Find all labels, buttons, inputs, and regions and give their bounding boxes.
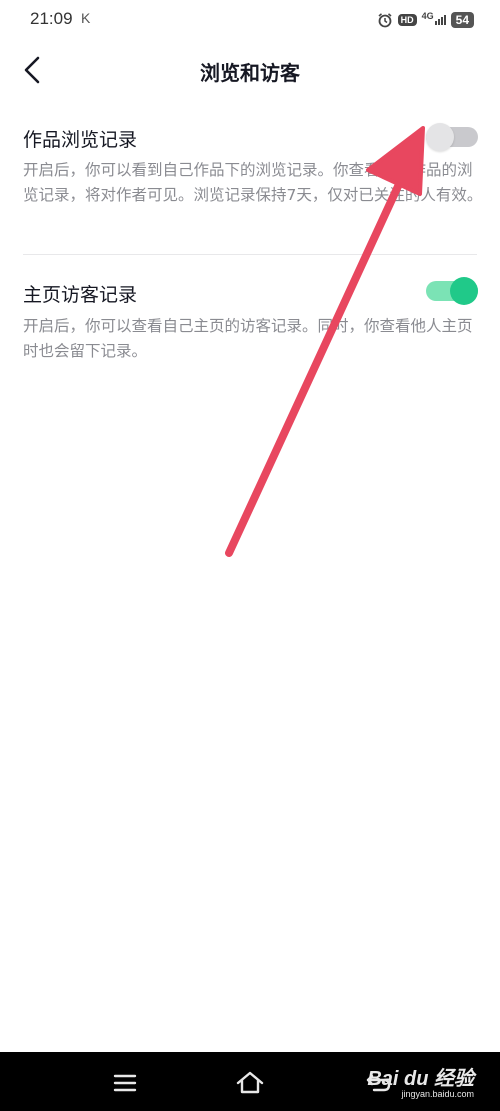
setting-title-profile-visitors: 主页访客记录 bbox=[23, 284, 138, 306]
menu-icon bbox=[113, 1074, 137, 1092]
alarm-icon bbox=[378, 13, 392, 28]
baidu-watermark: Bai du 经验 jingyan.baidu.com bbox=[367, 1062, 474, 1099]
carrier-mark: K bbox=[81, 10, 91, 26]
status-bar: 21:09 K HD 4G 54 bbox=[0, 0, 500, 40]
network-label: 4G bbox=[421, 11, 434, 21]
menu-button[interactable] bbox=[108, 1066, 142, 1100]
battery-icon: 54 bbox=[450, 12, 474, 28]
setting-title-work-views: 作品浏览记录 bbox=[23, 129, 138, 151]
page-title: 浏览和访客 bbox=[200, 61, 300, 85]
toggle-knob bbox=[450, 277, 478, 305]
profile-visitors-toggle[interactable] bbox=[426, 277, 478, 305]
navigation-bar: Bai du 经验 jingyan.baidu.com bbox=[0, 1052, 500, 1111]
toggle-knob bbox=[426, 123, 454, 151]
home-button[interactable] bbox=[233, 1066, 267, 1100]
home-icon bbox=[236, 1071, 264, 1094]
hd-icon: HD bbox=[397, 14, 417, 26]
setting-desc-profile-visitors: 开启后，你可以查看自己主页的访客记录。同时，你查看他人主页时也会留下记录。 bbox=[23, 317, 473, 360]
signal-icon: 4G bbox=[421, 11, 446, 25]
status-icons: HD 4G 54 bbox=[377, 10, 474, 30]
status-time: 21:09 bbox=[30, 9, 73, 28]
work-views-toggle[interactable] bbox=[426, 123, 478, 151]
setting-desc-work-views: 开启后，你可以看到自己作品下的浏览记录。你查看他人作品的浏览记录，将对作者可见。… bbox=[23, 161, 483, 204]
divider bbox=[23, 254, 477, 255]
watermark-logo: Bai du 经验 bbox=[367, 1068, 474, 1090]
